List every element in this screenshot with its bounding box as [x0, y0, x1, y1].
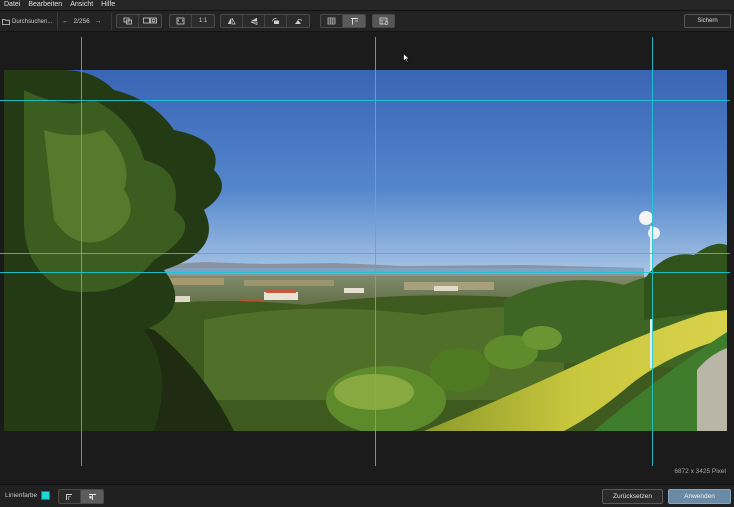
rotate-right-button[interactable] — [287, 15, 309, 27]
horizontal-guide-line[interactable] — [0, 272, 730, 273]
zoom-group: 1:1 — [169, 14, 215, 28]
toolbar: Durchsuchen... ← 2/256 → 1:1 Sichern — [0, 11, 734, 32]
guide-style-tee-button[interactable] — [81, 490, 103, 503]
compare-view-group — [116, 14, 162, 28]
next-arrow-icon[interactable]: → — [95, 18, 102, 25]
image-workspace[interactable]: 6872 x 3425 Pixel — [0, 32, 734, 484]
browse-button[interactable]: Durchsuchen... — [2, 15, 52, 28]
rotate-left-icon — [272, 18, 279, 24]
flip-horizontal-button[interactable] — [221, 15, 243, 27]
menu-hilfe[interactable]: Hilfe — [97, 0, 119, 10]
guide-style-group — [58, 489, 104, 504]
flip-vertical-button[interactable] — [243, 15, 265, 27]
reset-button[interactable]: Zurücksetzen — [602, 489, 663, 504]
corner-guide-icon — [66, 493, 72, 500]
photo-canvas[interactable] — [4, 70, 727, 431]
compare-side-by-side-button[interactable] — [139, 15, 161, 27]
flip-vertical-icon — [250, 17, 258, 25]
vertical-guide-line[interactable] — [81, 37, 82, 466]
vertical-guide-line[interactable] — [375, 37, 376, 466]
grid-button[interactable] — [321, 15, 343, 27]
mouse-cursor-icon — [403, 53, 410, 63]
prev-arrow-icon[interactable]: ← — [62, 18, 69, 25]
guide-style-corner-button[interactable] — [59, 490, 81, 503]
guides-button[interactable] — [343, 15, 365, 27]
overlay-icon — [123, 17, 132, 25]
image-dimensions: 6872 x 3425 Pixel — [674, 468, 726, 475]
menu-datei[interactable]: Datei — [0, 0, 24, 10]
apply-button[interactable]: Anwenden — [668, 489, 731, 504]
line-color-swatch[interactable] — [41, 491, 50, 500]
split-view-icon — [143, 17, 157, 24]
image-navigator: ← 2/256 → — [62, 15, 101, 28]
save-button[interactable]: Sichern — [684, 14, 731, 28]
guide-lines-icon — [350, 18, 358, 25]
fit-to-window-button[interactable] — [170, 15, 192, 27]
rotate-right-icon — [294, 18, 302, 24]
folder-icon — [2, 19, 10, 25]
compare-overlay-button[interactable] — [117, 15, 139, 27]
image-counter: 2/256 — [73, 18, 90, 25]
toolbar-divider — [57, 13, 58, 30]
line-color-label: Linienfarbe — [5, 492, 38, 499]
guide-settings-icon — [379, 17, 388, 25]
flip-horizontal-icon — [227, 17, 236, 25]
fit-icon — [176, 17, 185, 25]
zoom-1-1-button[interactable]: 1:1 — [192, 15, 214, 27]
menu-ansicht[interactable]: Ansicht — [66, 0, 97, 10]
horizontal-guide-line[interactable] — [0, 253, 730, 254]
browse-label: Durchsuchen... — [12, 18, 53, 25]
tee-guide-icon — [88, 493, 96, 500]
grid-icon — [327, 17, 336, 25]
toolbar-divider — [111, 13, 112, 30]
menu-bar: Datei Bearbeiten Ansicht Hilfe — [0, 0, 734, 11]
rotate-left-button[interactable] — [265, 15, 287, 27]
bottom-bar: Linienfarbe Zurücksetzen Anwenden — [0, 484, 734, 507]
landscape-photo — [4, 70, 727, 431]
transform-group — [220, 14, 310, 28]
menu-bearbeiten[interactable]: Bearbeiten — [24, 0, 66, 10]
guide-mode-group — [320, 14, 366, 28]
guide-settings-button[interactable] — [372, 14, 395, 28]
vertical-guide-line[interactable] — [652, 37, 653, 466]
horizontal-guide-line[interactable] — [0, 100, 730, 101]
